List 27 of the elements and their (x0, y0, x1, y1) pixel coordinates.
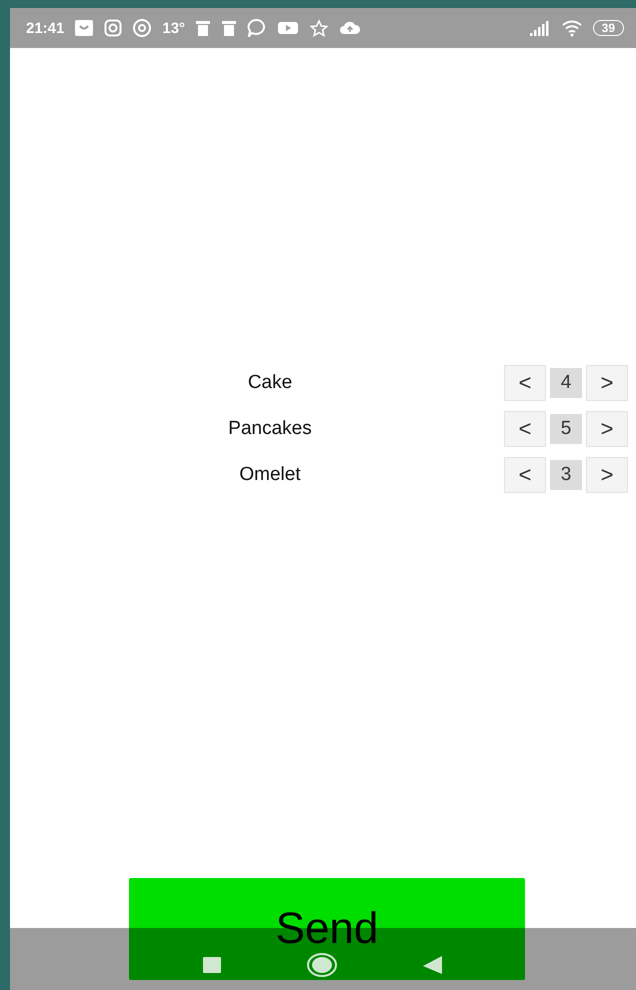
decrement-button[interactable]: < (504, 365, 546, 401)
star-icon (309, 19, 330, 37)
increment-button[interactable]: > (586, 365, 628, 401)
signal-icon (528, 19, 551, 37)
battery-level: 39 (592, 20, 624, 36)
wifi-icon (560, 19, 583, 37)
decrement-button[interactable]: < (504, 457, 546, 493)
quantity-value: 3 (550, 460, 582, 490)
trash-icon (221, 19, 238, 37)
increment-button[interactable]: > (586, 457, 628, 493)
quantity-value: 4 (550, 368, 582, 398)
bag-icon (74, 19, 94, 37)
item-name: Omelet (238, 464, 302, 486)
home-icon[interactable] (307, 953, 337, 977)
back-icon[interactable] (423, 956, 443, 974)
clock-time: 21:41 (26, 20, 64, 36)
temperature: 13° (162, 20, 186, 36)
play-icon (277, 19, 300, 37)
item-name: Pancakes (227, 418, 313, 440)
phone-bubble-icon (247, 19, 268, 37)
camera-icon (104, 19, 122, 37)
cloud-upload-icon (339, 19, 362, 37)
decrement-button[interactable]: < (504, 411, 546, 447)
increment-button[interactable]: > (586, 411, 628, 447)
quantity-value: 5 (550, 414, 582, 444)
item-name: Cake (246, 372, 294, 394)
trash-icon (195, 19, 212, 37)
